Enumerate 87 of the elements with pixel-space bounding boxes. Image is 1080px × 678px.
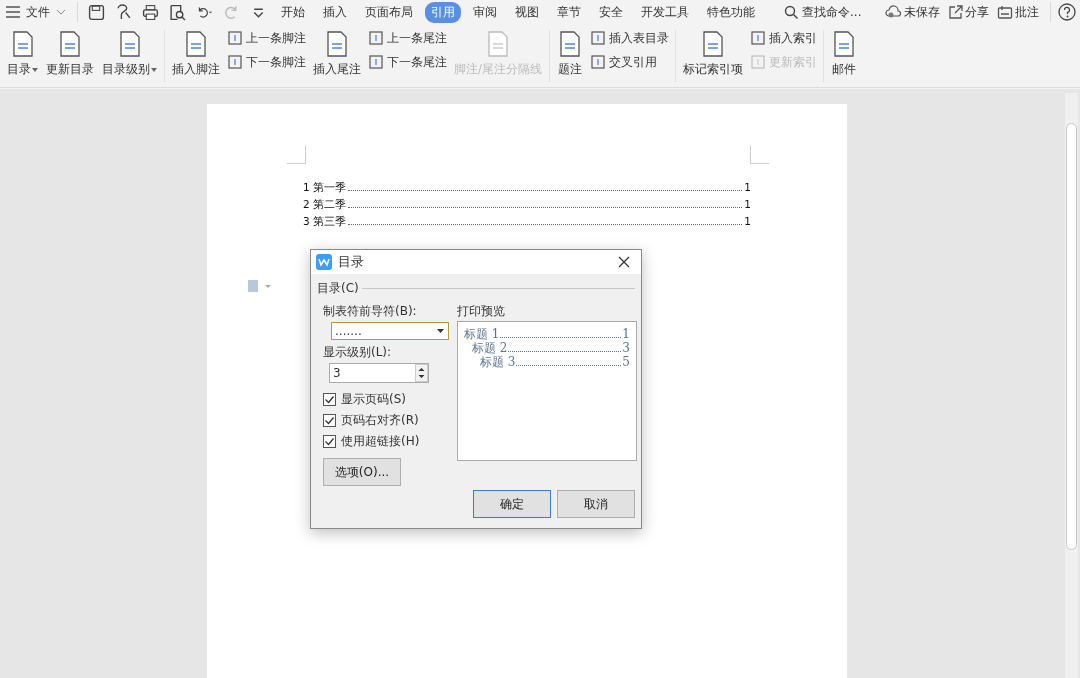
ribbon-button[interactable]: 上一条脚注 <box>227 30 306 46</box>
checkmark-icon <box>324 394 335 405</box>
leader-dropdown[interactable]: ....... <box>331 322 449 340</box>
toc-page-number: 1 <box>744 215 751 227</box>
ribbon-button[interactable]: 更新目录 <box>45 30 95 77</box>
field-label: 显示级别(L): <box>323 344 393 360</box>
page-icon <box>368 30 384 46</box>
comment-button[interactable]: 批注 <box>997 3 1040 21</box>
preview-page-number: 3 <box>622 341 630 355</box>
caret-icon <box>32 67 38 72</box>
page-icon <box>749 30 766 46</box>
ribbon-button[interactable]: 目录 <box>6 30 39 77</box>
margin-corner-mark <box>287 146 306 164</box>
chevron-icon <box>56 9 66 15</box>
spinner-icon <box>415 364 428 382</box>
app-logo-icon <box>316 254 332 270</box>
checkbox-option[interactable]: 使用超链接(H) <box>323 431 449 452</box>
menu-tab[interactable]: 视图 <box>509 1 545 23</box>
ribbon-button[interactable]: 插入索引 <box>749 30 817 46</box>
page-icon <box>589 54 606 70</box>
level-spinbox[interactable]: 3 <box>329 363 429 383</box>
preview-heading: 标题 3 <box>480 354 516 371</box>
page-icon <box>227 30 243 46</box>
help-icon[interactable] <box>1058 3 1077 21</box>
menu-tab[interactable]: 特色功能 <box>701 1 761 23</box>
margin-corner-mark <box>750 146 769 164</box>
preview-heading: 标题 1 <box>464 326 500 342</box>
menu-tab[interactable]: 页面布局 <box>359 1 419 23</box>
ribbon-button[interactable]: 标记索引项 <box>681 30 744 77</box>
menu-tab[interactable]: 审阅 <box>467 1 503 23</box>
cloud-icon <box>885 5 903 19</box>
ribbon-button[interactable]: 上一条尾注 <box>368 30 447 46</box>
checkmark-icon <box>324 415 335 426</box>
search-field[interactable]: 查找命令... <box>784 3 862 21</box>
ribbon-button[interactable]: 插入尾注 <box>312 30 362 77</box>
close-icon[interactable] <box>618 256 630 268</box>
preview-label: 打印预览 <box>457 303 506 319</box>
toc-page-number: 1 <box>744 181 751 193</box>
menu-icon <box>6 6 20 18</box>
menu-tab[interactable]: 开始 <box>275 1 311 23</box>
checkmark-icon <box>324 436 335 447</box>
print-icon[interactable] <box>142 3 159 21</box>
ribbon-button[interactable]: 插入表目录 <box>589 30 669 46</box>
options-button[interactable]: 选项(O)... <box>323 458 401 486</box>
document-icon <box>183 30 209 58</box>
toc-entry-title: 3 第三季 <box>303 215 347 229</box>
dialog-title: 目录 <box>338 253 364 271</box>
ribbon-button[interactable]: 交叉引用 <box>589 54 669 70</box>
menu-tab[interactable]: 安全 <box>593 1 629 23</box>
ribbon-button[interactable]: 目录级别 <box>101 30 158 77</box>
checkbox-option[interactable]: 页码右对齐(R) <box>323 410 449 431</box>
save-icon[interactable] <box>88 3 105 21</box>
ribbon-button[interactable]: 题注 <box>555 30 584 77</box>
ribbon-button[interactable]: 下一条脚注 <box>227 54 306 70</box>
page-icon <box>227 54 243 70</box>
share-icon <box>948 4 964 20</box>
document-icon <box>324 30 350 58</box>
preview-page-number: 5 <box>622 355 630 369</box>
scrollbar[interactable] <box>1065 93 1078 678</box>
menu-tab[interactable]: 插入 <box>317 1 353 23</box>
toc-entry-title: 1 第一季 <box>303 181 347 195</box>
share-button[interactable]: 分享 <box>948 3 990 21</box>
menu-tab[interactable]: 开发工具 <box>635 1 695 23</box>
ribbon-button[interactable]: 下一条尾注 <box>368 54 447 70</box>
checkbox-option[interactable]: 显示页码(S) <box>323 389 449 410</box>
field-label: 制表符前导符(B): <box>323 303 418 319</box>
print-preview-icon[interactable] <box>169 3 186 21</box>
ribbon-button[interactable]: 邮件 <box>829 30 858 77</box>
page-icon <box>749 54 766 70</box>
search-icon <box>784 4 799 20</box>
ok-button[interactable]: 确定 <box>473 490 551 518</box>
toc-entry-title: 2 第二季 <box>303 198 347 212</box>
ribbon-button[interactable]: 插入脚注 <box>171 30 221 77</box>
section-label: 目录(C) <box>317 280 359 297</box>
file-menu[interactable]: 文件 <box>6 3 70 21</box>
toc-page-number: 1 <box>744 198 751 210</box>
comment-icon <box>997 4 1014 20</box>
cancel-button[interactable]: 取消 <box>557 490 635 518</box>
preview-page-number: 1 <box>622 327 630 341</box>
save-status-button[interactable]: 未保存 <box>885 3 941 21</box>
dropdown-icon <box>437 329 444 333</box>
document-icon <box>57 30 83 58</box>
caret-icon <box>151 67 157 72</box>
page-icon <box>589 30 606 46</box>
menu-tab[interactable]: 章节 <box>551 1 587 23</box>
preview-heading: 标题 2 <box>472 340 508 356</box>
page-icon <box>368 54 384 70</box>
